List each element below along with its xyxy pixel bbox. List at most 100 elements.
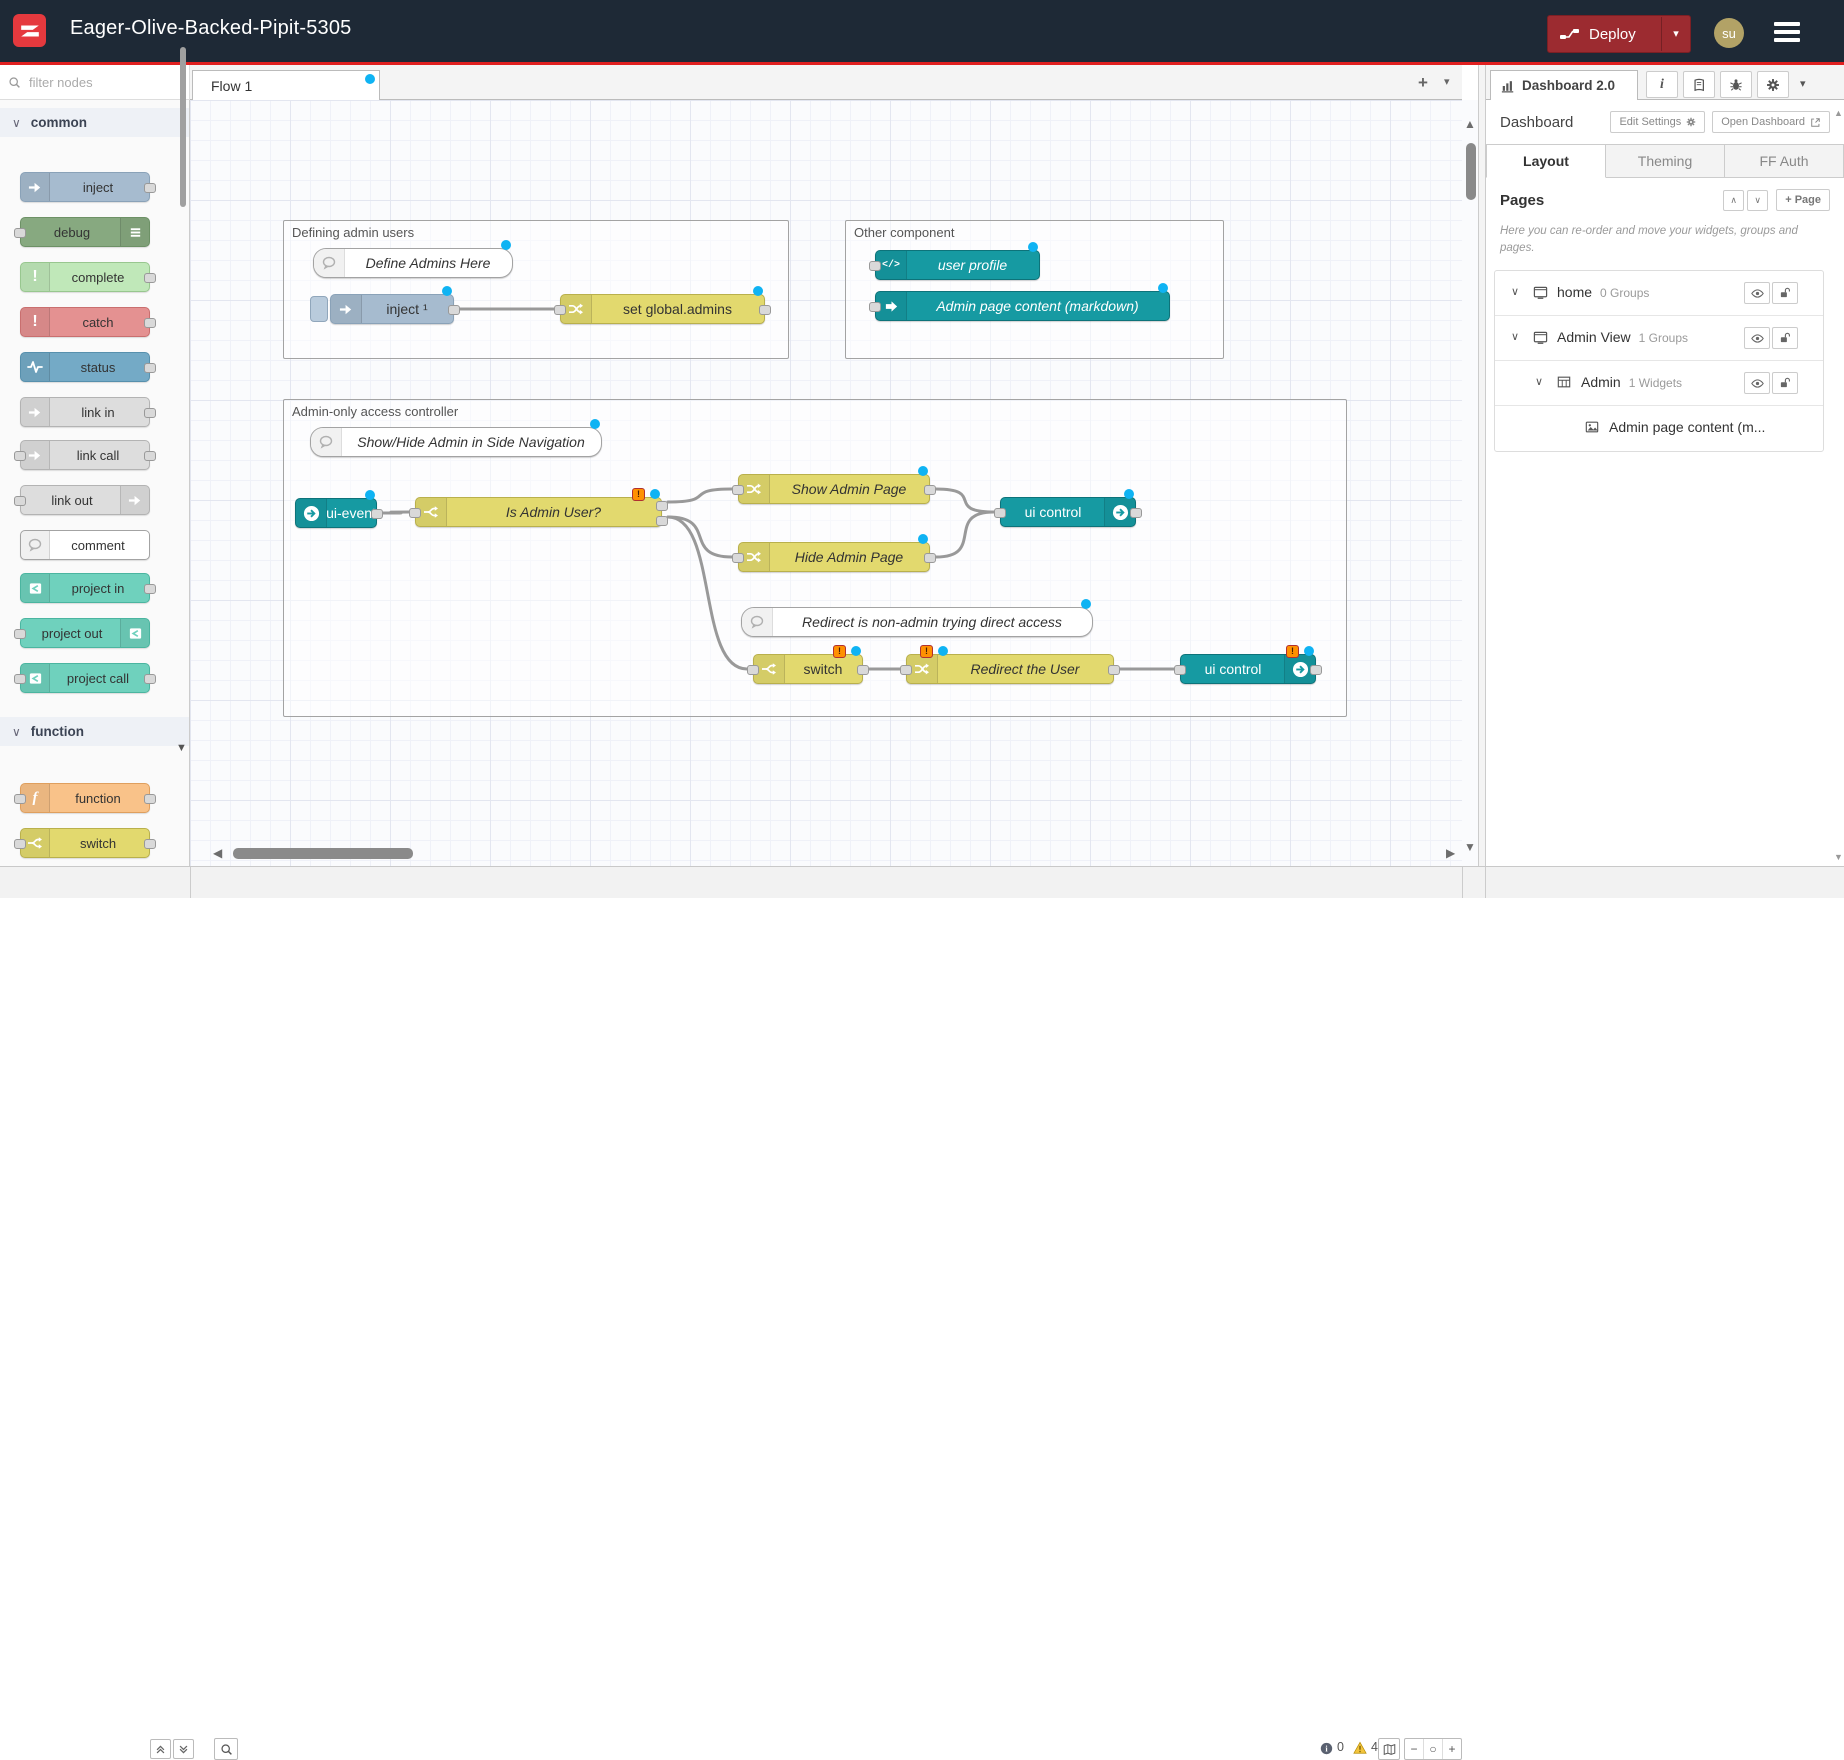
flow-node-show-admin-page[interactable]: Show Admin Page bbox=[738, 474, 930, 504]
input-port[interactable] bbox=[14, 794, 26, 804]
palette-node-project-in[interactable]: project in bbox=[20, 573, 150, 603]
output-port[interactable] bbox=[144, 451, 156, 461]
palette-category-function[interactable]: ∨function bbox=[0, 717, 189, 746]
tab-flow-1[interactable]: Flow 1 bbox=[192, 70, 380, 100]
chevron-down-icon[interactable]: ∨ bbox=[1511, 285, 1519, 298]
flow-node-switch-1[interactable]: switch bbox=[753, 654, 863, 684]
flow-node-ui-control-2[interactable]: ui control bbox=[1180, 654, 1316, 684]
output-port[interactable] bbox=[924, 485, 936, 495]
sidebar-scroll-up-icon[interactable]: ▲ bbox=[1834, 108, 1843, 118]
sidebar-scroll-down-icon[interactable]: ▼ bbox=[1834, 852, 1843, 862]
output-port[interactable] bbox=[924, 553, 936, 563]
palette-node-project-call[interactable]: project call bbox=[20, 663, 150, 693]
input-port[interactable] bbox=[409, 508, 421, 518]
open-dashboard-button[interactable]: Open Dashboard bbox=[1712, 111, 1830, 133]
flow-node-ui-control-1[interactable]: ui control bbox=[1000, 497, 1136, 527]
hscroll-right-icon[interactable]: ▶ bbox=[1446, 847, 1455, 859]
vscroll-thumb[interactable] bbox=[1466, 143, 1476, 200]
inject-button[interactable] bbox=[310, 296, 328, 322]
vscroll-up-icon[interactable]: ▲ bbox=[1464, 118, 1476, 130]
sidebar-splitter[interactable] bbox=[1478, 65, 1486, 898]
palette-node-link-call[interactable]: link call bbox=[20, 440, 150, 470]
visibility-button[interactable] bbox=[1744, 327, 1770, 349]
vscroll-down-icon[interactable]: ▼ bbox=[1464, 841, 1476, 853]
output-port[interactable] bbox=[144, 363, 156, 373]
palette-node-function[interactable]: functionf bbox=[20, 783, 150, 813]
warning-count-icon[interactable] bbox=[1353, 1741, 1367, 1755]
output-port[interactable] bbox=[371, 509, 383, 519]
flow-node-user-profile[interactable]: user profile</> bbox=[875, 250, 1040, 280]
palette-collapse-all-button[interactable] bbox=[150, 1739, 171, 1759]
info-tab-button[interactable]: i bbox=[1646, 71, 1678, 98]
lock-button[interactable] bbox=[1772, 372, 1798, 394]
input-port[interactable] bbox=[732, 485, 744, 495]
input-port[interactable] bbox=[869, 261, 881, 271]
zoom-in-button[interactable]: + bbox=[1443, 1739, 1461, 1759]
output-port[interactable] bbox=[448, 305, 460, 315]
edit-settings-button[interactable]: Edit Settings bbox=[1610, 111, 1705, 133]
flow-list-caret[interactable]: ▾ bbox=[1444, 75, 1450, 88]
palette-category-common[interactable]: ∨common bbox=[0, 108, 189, 137]
output-port[interactable] bbox=[1108, 665, 1120, 675]
tab-dashboard-2[interactable]: Dashboard 2.0 bbox=[1490, 70, 1638, 100]
output-port[interactable] bbox=[144, 584, 156, 594]
tree-row-admin-view[interactable]: ∨Admin View1 Groups bbox=[1495, 316, 1823, 361]
input-port[interactable] bbox=[900, 665, 912, 675]
palette-scroll-down-icon[interactable]: ▼ bbox=[176, 742, 187, 754]
output-port[interactable] bbox=[1310, 665, 1322, 675]
info-count-icon[interactable]: i bbox=[1320, 1742, 1333, 1755]
output-port[interactable] bbox=[144, 839, 156, 849]
palette-node-inject[interactable]: inject bbox=[20, 172, 150, 202]
palette-node-switch[interactable]: switch bbox=[20, 828, 150, 858]
output-port[interactable] bbox=[759, 305, 771, 315]
zoom-reset-button[interactable]: ○ bbox=[1424, 1739, 1443, 1759]
output-port[interactable] bbox=[144, 674, 156, 684]
flow-node-set-global-admins[interactable]: set global.admins bbox=[560, 294, 765, 324]
palette-node-complete[interactable]: complete! bbox=[20, 262, 150, 292]
chevron-down-icon[interactable]: ∨ bbox=[1535, 375, 1543, 388]
lock-button[interactable] bbox=[1772, 327, 1798, 349]
palette-node-catch[interactable]: catch! bbox=[20, 307, 150, 337]
tree-row-admin-page-content-m-[interactable]: Admin page content (m... bbox=[1495, 406, 1823, 451]
flow-canvas[interactable]: Defining admin usersOther componentAdmin… bbox=[190, 100, 1462, 866]
input-port[interactable] bbox=[869, 302, 881, 312]
debug-tab-button[interactable] bbox=[1720, 71, 1752, 98]
flow-node-show-hide-comment[interactable]: Show/Hide Admin in Side Navigation bbox=[310, 427, 602, 457]
hscroll-thumb[interactable] bbox=[233, 848, 413, 859]
tab-ff-auth[interactable]: FF Auth bbox=[1725, 144, 1844, 177]
palette-node-status[interactable]: status bbox=[20, 352, 150, 382]
palette-node-project-out[interactable]: project out bbox=[20, 618, 150, 648]
palette-scrollbar[interactable] bbox=[180, 47, 186, 207]
input-port[interactable] bbox=[14, 496, 26, 506]
tree-row-home[interactable]: ∨home0 Groups bbox=[1495, 271, 1823, 316]
help-tab-button[interactable] bbox=[1683, 71, 1715, 98]
sidebar-tabs-caret[interactable]: ▾ bbox=[1800, 77, 1806, 90]
main-menu-button[interactable] bbox=[1774, 22, 1800, 42]
zoom-out-button[interactable]: − bbox=[1405, 1739, 1424, 1759]
hscroll-left-icon[interactable]: ◀ bbox=[213, 847, 222, 859]
output-port[interactable] bbox=[1130, 508, 1142, 518]
output-port-2[interactable] bbox=[656, 516, 668, 526]
config-tab-button[interactable] bbox=[1757, 71, 1789, 98]
input-port[interactable] bbox=[14, 839, 26, 849]
flow-node-redirect-comment[interactable]: Redirect is non-admin trying direct acce… bbox=[741, 607, 1093, 637]
expand-all-button[interactable]: ∨ bbox=[1747, 190, 1768, 211]
input-port[interactable] bbox=[994, 508, 1006, 518]
palette-expand-all-button[interactable] bbox=[173, 1739, 194, 1759]
input-port[interactable] bbox=[732, 553, 744, 563]
tab-theming[interactable]: Theming bbox=[1606, 144, 1725, 177]
input-port[interactable] bbox=[14, 451, 26, 461]
input-port[interactable] bbox=[14, 629, 26, 639]
tab-layout[interactable]: Layout bbox=[1486, 144, 1606, 178]
flow-node-admin-page-content[interactable]: Admin page content (markdown) bbox=[875, 291, 1170, 321]
filter-nodes-input[interactable] bbox=[27, 74, 181, 91]
output-port[interactable] bbox=[857, 665, 869, 675]
collapse-all-button[interactable]: ∧ bbox=[1723, 190, 1744, 211]
flow-node-redirect-the-user[interactable]: Redirect the User bbox=[906, 654, 1114, 684]
flow-node-hide-admin-page[interactable]: Hide Admin Page bbox=[738, 542, 930, 572]
output-port[interactable] bbox=[144, 408, 156, 418]
input-port[interactable] bbox=[747, 665, 759, 675]
add-flow-button[interactable]: + bbox=[1412, 73, 1434, 95]
flow-group-defining-admin-users[interactable]: Defining admin users bbox=[283, 220, 789, 359]
output-port-1[interactable] bbox=[656, 501, 668, 511]
